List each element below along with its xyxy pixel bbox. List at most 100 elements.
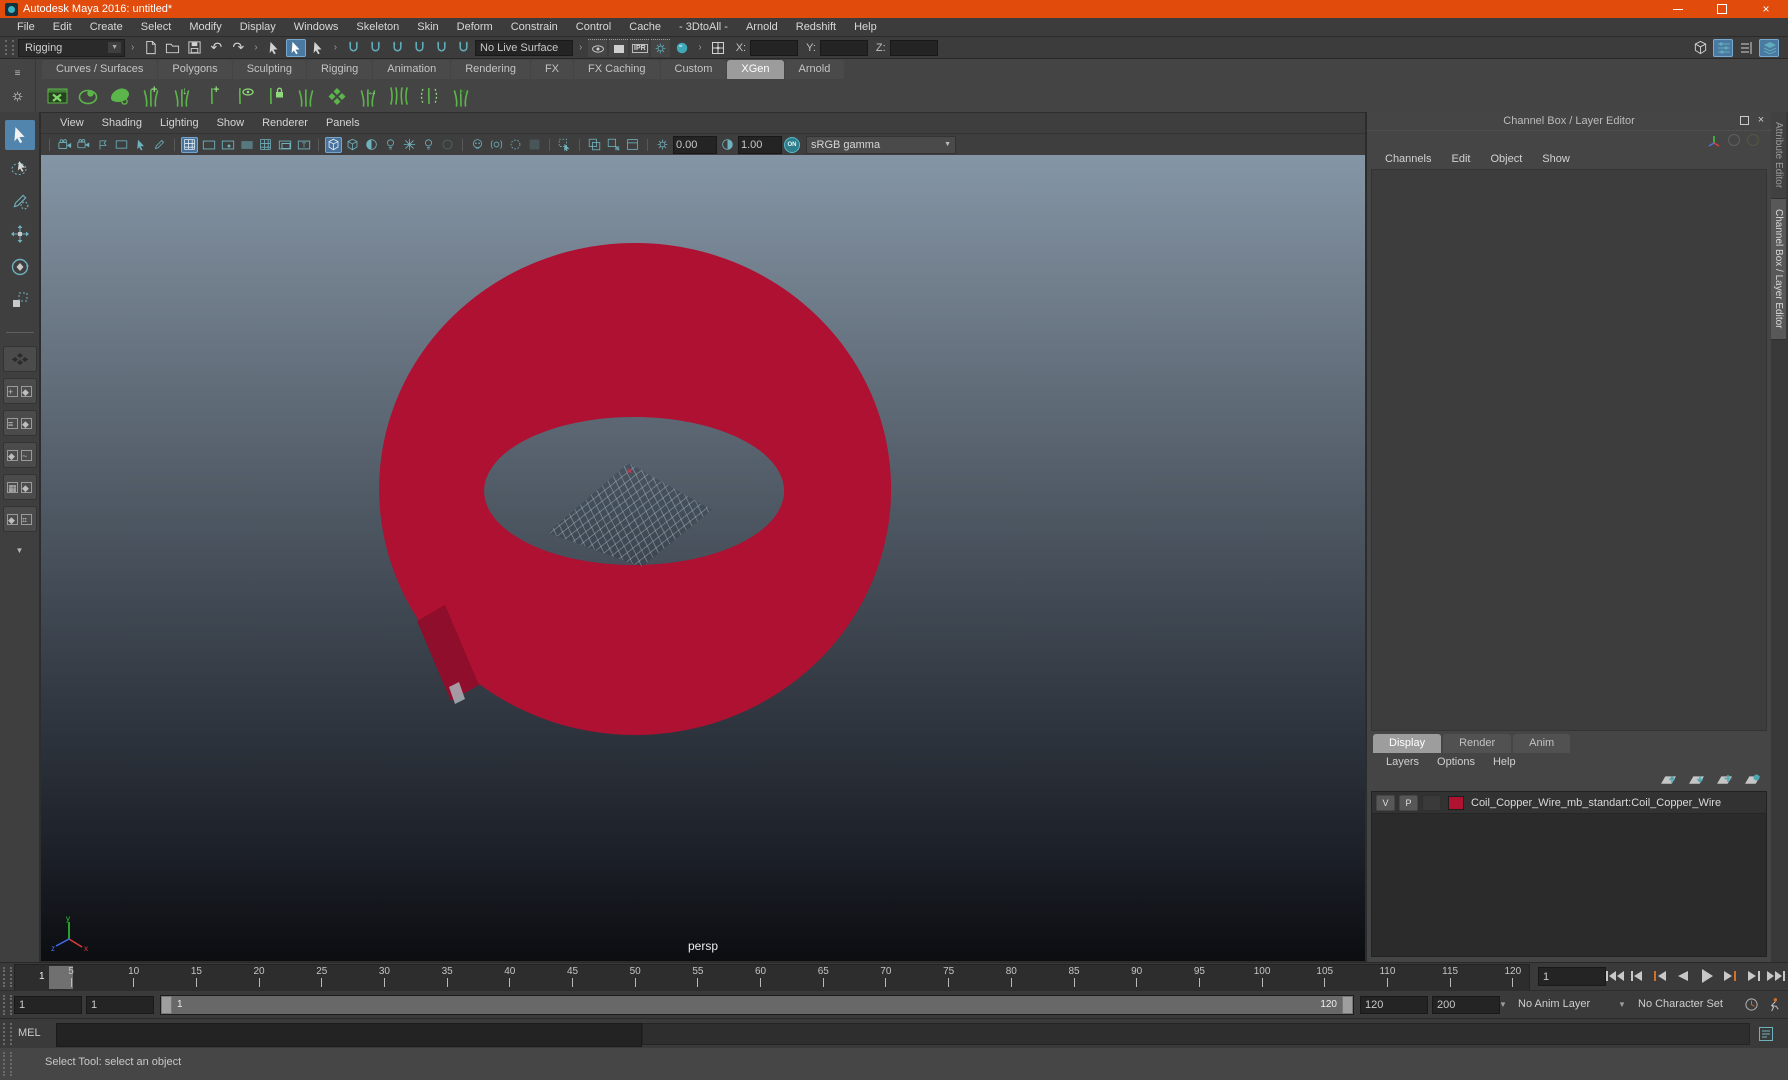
playback-start-field[interactable]	[86, 996, 154, 1014]
time-tick[interactable]: 110	[1379, 966, 1395, 989]
tool-settings-toggle[interactable]	[1736, 39, 1756, 57]
time-tick[interactable]: 85	[1066, 966, 1082, 989]
grease-pencil-icon[interactable]	[151, 137, 168, 153]
menu-item[interactable]: Control	[567, 19, 620, 35]
move-layer-down-icon[interactable]	[1688, 773, 1705, 789]
time-tick[interactable]: 105	[1316, 966, 1333, 989]
grid-toggle-icon[interactable]	[181, 136, 198, 153]
time-tick[interactable]: 40	[502, 966, 518, 989]
exposure-field[interactable]	[673, 135, 717, 154]
range-slider-bar[interactable]	[172, 996, 1342, 1014]
panel-menu-item[interactable]: View	[51, 115, 93, 131]
save-scene-button[interactable]	[184, 39, 204, 57]
move-layer-up-icon[interactable]	[1660, 773, 1677, 789]
xgen-delete-guides-icon[interactable]: ×	[447, 82, 475, 110]
layout-single-pane-button[interactable]	[2, 346, 37, 372]
attribute-editor-toggle[interactable]	[1713, 38, 1733, 57]
time-tick[interactable]: 5	[63, 966, 79, 989]
hyperbolic-state-icon[interactable]	[1747, 134, 1759, 146]
xgen-add-guides-icon[interactable]	[292, 82, 320, 110]
time-tick[interactable]: 90	[1129, 966, 1145, 989]
step-back-key-button[interactable]	[1650, 969, 1672, 983]
time-tick[interactable]: 75	[941, 966, 957, 989]
channel-box-menu-item[interactable]: Show	[1532, 151, 1580, 167]
time-tick[interactable]: 30	[376, 966, 392, 989]
time-tick[interactable]: 35	[439, 966, 455, 989]
xgen-width-tool-icon[interactable]: ↔	[354, 82, 382, 110]
shadows-icon[interactable]	[401, 137, 418, 153]
menu-item[interactable]: Cache	[620, 19, 670, 35]
paint-select-tool-button[interactable]	[5, 186, 35, 216]
new-scene-button[interactable]	[140, 39, 160, 57]
move-tool-button[interactable]	[5, 219, 35, 249]
panel-menu-item[interactable]: Lighting	[151, 115, 208, 131]
time-tick[interactable]: 55	[690, 966, 706, 989]
undo-button[interactable]: ↶	[206, 39, 226, 57]
create-layer-from-selected-icon[interactable]	[1744, 773, 1761, 789]
anim-layer-dropdown[interactable]: No Anim Layer	[1518, 996, 1590, 1012]
snap-to-view-plane-button[interactable]	[431, 39, 451, 57]
menu-item[interactable]: Skeleton	[347, 19, 408, 35]
time-tick[interactable]: 65	[815, 966, 831, 989]
xgen-collection-icon[interactable]	[106, 82, 134, 110]
menu-item[interactable]: - 3DtoAll -	[670, 19, 737, 35]
time-tick[interactable]: 15	[188, 966, 204, 989]
range-end-handle[interactable]	[1342, 996, 1353, 1014]
smooth-shade-icon[interactable]	[344, 137, 361, 153]
help-line-grip[interactable]	[3, 1052, 12, 1076]
gamma-field[interactable]	[738, 135, 782, 154]
animation-end-field[interactable]	[1432, 996, 1500, 1014]
go-to-end-button[interactable]	[1765, 969, 1787, 983]
ipr-render-button[interactable]: IPR	[630, 39, 650, 57]
contrast-icon[interactable]	[719, 137, 736, 153]
play-backwards-button[interactable]	[1673, 969, 1695, 983]
safe-action-icon[interactable]	[276, 137, 293, 153]
render-settings-button[interactable]	[651, 39, 671, 57]
create-empty-layer-icon[interactable]	[1716, 773, 1733, 789]
menu-item[interactable]: Arnold	[737, 19, 787, 35]
script-editor-icon[interactable]	[1758, 1026, 1774, 1042]
close-panel-icon[interactable]: ×	[1755, 114, 1767, 126]
screen-space-ao-icon[interactable]	[420, 137, 437, 153]
menu-item[interactable]: Create	[81, 19, 132, 35]
xgen-convert-primitives-icon[interactable]	[323, 82, 351, 110]
selection-highlighting-icon[interactable]	[556, 137, 573, 153]
modeling-toolkit-toggle[interactable]	[1690, 39, 1710, 57]
minimize-button[interactable]	[1671, 3, 1685, 15]
group-separator[interactable]	[330, 42, 341, 53]
snap-to-point-button[interactable]	[387, 39, 407, 57]
xgen-description-icon[interactable]	[75, 82, 103, 110]
select-tool-button[interactable]	[4, 120, 35, 150]
layer-name[interactable]: Coil_Copper_Wire_mb_standart:Coil_Copper…	[1471, 797, 1721, 809]
layer-editor-menu-item[interactable]: Help	[1484, 754, 1525, 770]
bookmark-icon[interactable]	[94, 137, 111, 153]
color-management-toggle[interactable]: ON	[784, 136, 800, 153]
layout-hypershade-persp-button[interactable]: ▦ ◆	[2, 474, 37, 500]
menu-item[interactable]: Deform	[448, 19, 502, 35]
layout-four-pane-button[interactable]: + ◆	[2, 378, 37, 404]
redo-button[interactable]: ↷	[228, 39, 248, 57]
safe-title-icon[interactable]: T	[295, 137, 312, 153]
time-tick[interactable]: 95	[1191, 966, 1207, 989]
channel-box-menu-item[interactable]: Channels	[1375, 151, 1441, 167]
menu-item[interactable]: Skin	[408, 19, 447, 35]
layer-playback-toggle[interactable]: P	[1399, 794, 1418, 811]
make-object-live-button[interactable]	[453, 39, 473, 57]
menu-item[interactable]: Help	[845, 19, 886, 35]
xgen-attach-description-icon[interactable]: +	[199, 82, 227, 110]
open-scene-button[interactable]	[162, 39, 182, 57]
viewport-canvas[interactable]: × y x z persp	[41, 155, 1365, 961]
shelf-menu-icon[interactable]: ≡	[15, 68, 21, 79]
layout-persp-graph-button[interactable]: ◆ ~	[2, 442, 37, 468]
time-tick[interactable]: 60	[753, 966, 769, 989]
xgen-lock-guides-icon[interactable]	[261, 82, 289, 110]
group-separator[interactable]	[575, 42, 586, 53]
channel-box-menu-item[interactable]: Object	[1480, 151, 1532, 167]
time-tick[interactable]: 45	[565, 966, 581, 989]
layer-visibility-toggle[interactable]: V	[1376, 794, 1395, 811]
range-slider-track[interactable]: 1 120	[160, 995, 1354, 1015]
layer-editor-tab[interactable]: Display	[1373, 734, 1442, 753]
channel-list-area[interactable]	[1371, 169, 1767, 731]
time-slider-grip[interactable]	[3, 967, 12, 987]
group-separator[interactable]	[694, 42, 705, 53]
